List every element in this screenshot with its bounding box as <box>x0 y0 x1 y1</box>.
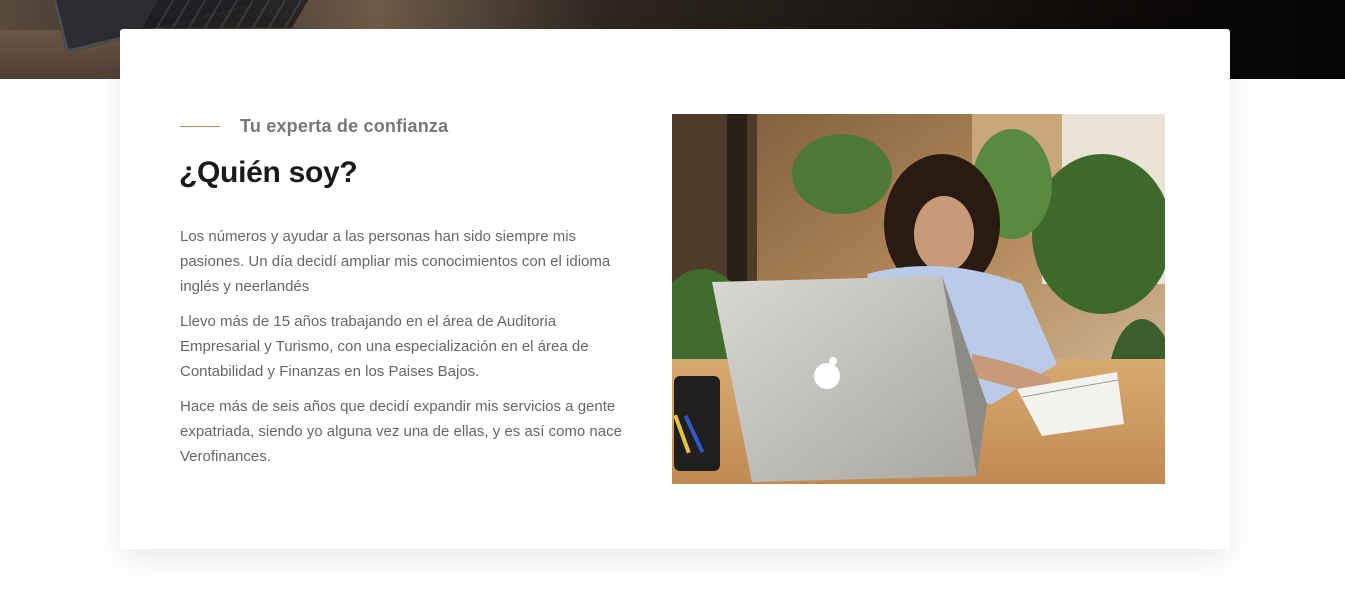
accent-rule <box>180 125 220 127</box>
about-card: Tu experta de confianza ¿Quién soy? Los … <box>120 29 1230 549</box>
about-paragraph: Llevo más de 15 años trabajando en el ár… <box>180 313 589 380</box>
portrait-photo <box>672 114 1165 484</box>
section-title: ¿Quién soy? <box>179 156 358 189</box>
about-paragraph: Hace más de seis años que decidí expandi… <box>180 398 622 465</box>
section-eyebrow: Tu experta de confianza <box>180 115 448 137</box>
about-paragraph: Los números y ayudar a las personas han … <box>180 228 611 295</box>
about-text: Los números y ayudar a las personas han … <box>180 224 625 479</box>
hero-keyboard <box>141 0 309 28</box>
eyebrow-label: Tu experta de confianza <box>240 115 449 136</box>
